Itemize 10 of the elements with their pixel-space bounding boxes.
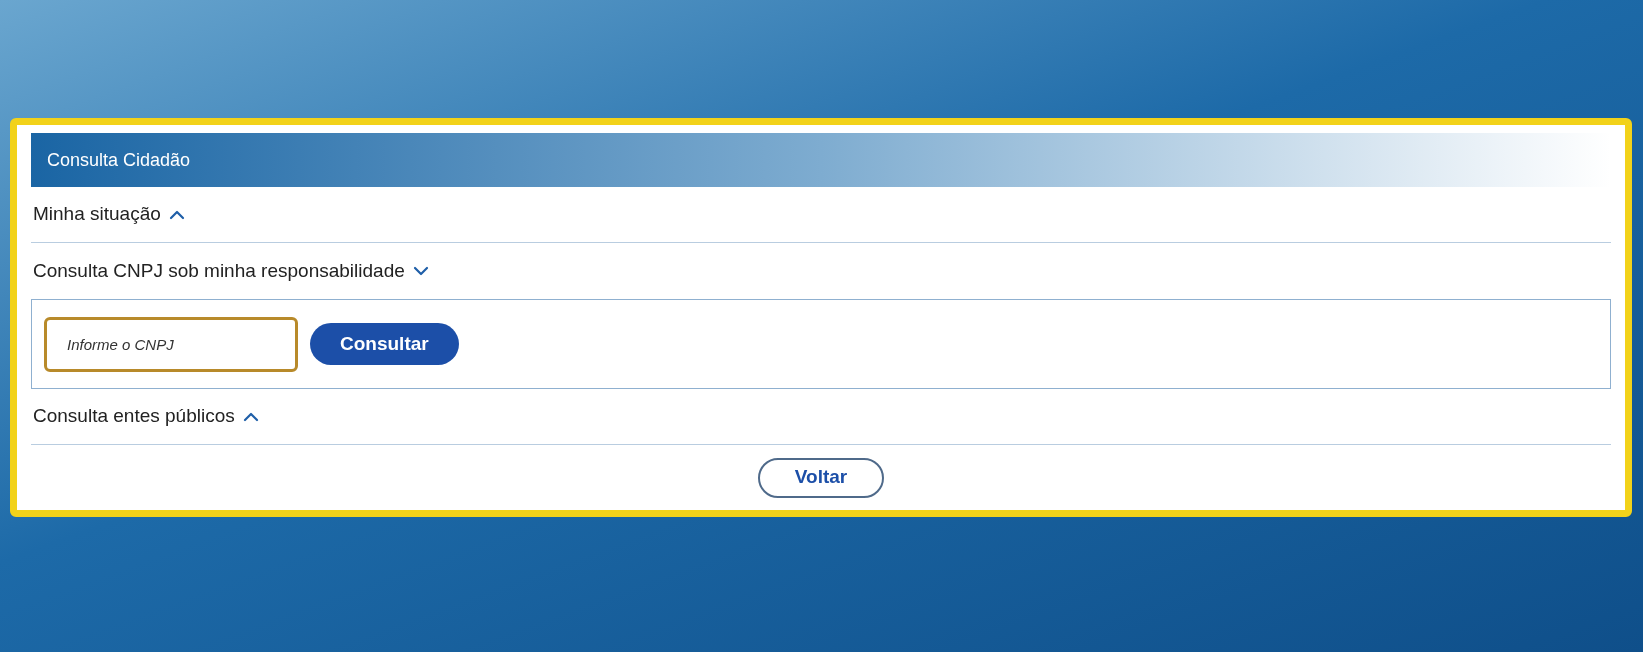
accordion-toggle[interactable]: Minha situação [31, 200, 185, 229]
back-button[interactable]: Voltar [758, 457, 884, 498]
consult-button[interactable]: Consultar [310, 323, 459, 365]
chevron-up-icon [168, 209, 185, 220]
accordion-toggle[interactable]: Consulta CNPJ sob minha responsabilidade [31, 256, 429, 286]
chevron-down-icon [412, 266, 429, 276]
panel-title: Consulta Cidadão [47, 148, 191, 172]
accordion-toggle[interactable]: Consulta entes públicos [31, 402, 259, 431]
chevron-up-icon [242, 411, 259, 422]
cnpj-input-field[interactable]: Informe o CNPJ [44, 316, 298, 372]
